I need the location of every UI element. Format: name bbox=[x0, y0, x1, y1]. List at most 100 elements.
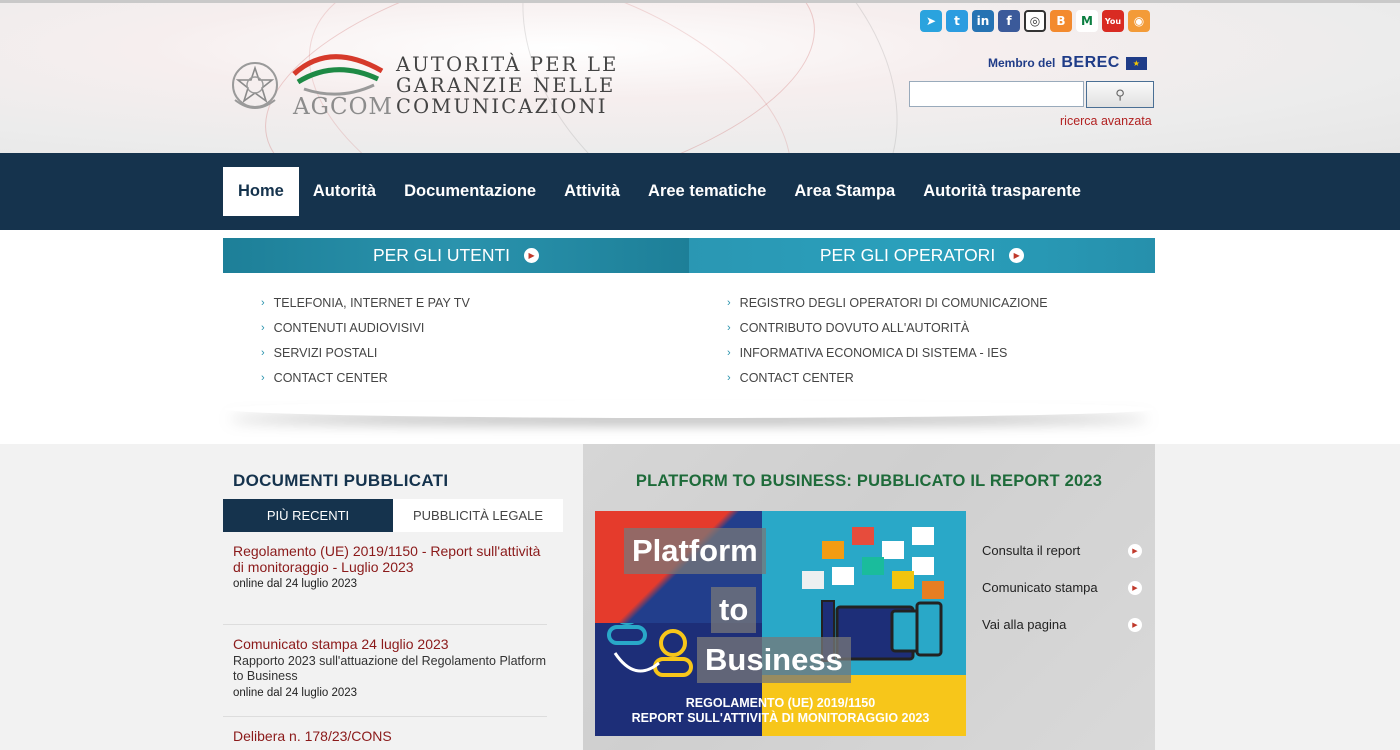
divider bbox=[223, 624, 547, 625]
chevron-right-icon: › bbox=[261, 296, 265, 309]
users-panel-title: PER GLI UTENTI bbox=[372, 245, 511, 265]
users-link-label: TELEFONIA, INTERNET E PAY TV bbox=[273, 295, 470, 310]
audience-band: PER GLI UTENTI ▶ › TELEFONIA, INTERNET E … bbox=[0, 230, 1400, 444]
featured-news: PLATFORM TO BUSINESS: PUBBLICATO IL REPO… bbox=[583, 444, 1155, 750]
search-button[interactable]: ⚲ bbox=[1086, 81, 1154, 108]
operators-link-label: CONTACT CENTER bbox=[739, 370, 854, 385]
berec-membership[interactable]: Membro del BEREC ★ bbox=[988, 54, 1147, 72]
arrow-right-icon: ▶ bbox=[1128, 580, 1142, 595]
document-date: online dal 24 luglio 2023 bbox=[233, 687, 358, 699]
search-icon: ⚲ bbox=[1115, 86, 1125, 102]
operators-link[interactable]: › CONTRIBUTO DOVUTO ALL'AUTORITÀ bbox=[727, 315, 1155, 340]
promo-subtitle: REGOLAMENTO (UE) 2019/1150 REPORT SULL'A… bbox=[595, 696, 966, 726]
nav-item-documentazione[interactable]: Documentazione bbox=[390, 167, 550, 216]
users-panel: PER GLI UTENTI ▶ › TELEFONIA, INTERNET E … bbox=[223, 238, 689, 390]
org-name-line: AUTORITÀ PER LE bbox=[396, 53, 619, 76]
twitter-icon[interactable]: t bbox=[946, 10, 968, 32]
eu-flag-icon: ★ bbox=[1125, 56, 1147, 70]
telegram-icon[interactable]: ➤ bbox=[920, 10, 942, 32]
featured-title[interactable]: PLATFORM TO BUSINESS: PUBBLICATO IL REPO… bbox=[583, 472, 1155, 491]
users-link-label: CONTENUTI AUDIOVISIVI bbox=[273, 320, 425, 335]
featured-link-report[interactable]: Consulta il report ▶ bbox=[982, 532, 1142, 569]
tab-legal-publicity[interactable]: PUBBLICITÀ LEGALE bbox=[393, 499, 563, 532]
site-header: AGCOM AUTORITÀ PER LE GARANZIE NELLE COM… bbox=[0, 0, 1400, 153]
medium-icon[interactable]: M bbox=[1076, 10, 1098, 32]
operators-link[interactable]: › REGISTRO DEGLI OPERATORI DI COMUNICAZIO… bbox=[727, 290, 1155, 315]
tab-recent[interactable]: PIÙ RECENTI bbox=[223, 499, 393, 532]
advanced-search-link[interactable]: ricerca avanzata bbox=[1060, 114, 1152, 128]
organization-name[interactable]: AUTORITÀ PER LE GARANZIE NELLE COMUNICAZ… bbox=[396, 54, 619, 117]
users-link-label: SERVIZI POSTALI bbox=[273, 345, 378, 360]
operators-link-label: INFORMATIVA ECONOMICA DI SISTEMA - IES bbox=[739, 345, 1008, 360]
featured-link-page[interactable]: Vai alla pagina ▶ bbox=[982, 606, 1142, 643]
chevron-right-icon: › bbox=[727, 296, 731, 309]
featured-promo-image[interactable]: Platform to Business REGOLAMENTO (UE) 20… bbox=[595, 511, 966, 736]
berec-logo: BEREC bbox=[1061, 54, 1120, 71]
nav-item-aree-tematiche[interactable]: Aree tematiche bbox=[634, 167, 780, 216]
promo-word: Business bbox=[697, 637, 851, 683]
main-navigation: Home Autorità Documentazione Attività Ar… bbox=[0, 153, 1400, 230]
search-input[interactable] bbox=[909, 81, 1084, 107]
document-date: online dal 24 luglio 2023 bbox=[233, 578, 358, 590]
republic-emblem-icon bbox=[232, 62, 278, 109]
nav-item-home[interactable]: Home bbox=[223, 167, 299, 216]
document-title-link[interactable]: Delibera n. 178/23/CONS bbox=[233, 728, 551, 744]
facebook-icon[interactable]: f bbox=[998, 10, 1020, 32]
chevron-right-icon: › bbox=[727, 346, 731, 359]
users-link-label: CONTACT CENTER bbox=[273, 370, 388, 385]
promo-subtitle-line: REGOLAMENTO (UE) 2019/1150 bbox=[685, 696, 876, 710]
chevron-right-icon: › bbox=[261, 346, 265, 359]
operators-link-label: REGISTRO DEGLI OPERATORI DI COMUNICAZION… bbox=[739, 295, 1048, 310]
users-link[interactable]: › TELEFONIA, INTERNET E PAY TV bbox=[261, 290, 689, 315]
operators-link[interactable]: › CONTACT CENTER bbox=[727, 365, 1155, 390]
org-name-line: GARANZIE NELLE bbox=[396, 74, 616, 97]
users-link[interactable]: › CONTACT CENTER bbox=[261, 365, 689, 390]
arrow-right-icon: ▶ bbox=[524, 248, 540, 263]
documents-title: DOCUMENTI PUBBLICATI bbox=[233, 471, 449, 490]
document-title-link[interactable]: Regolamento (UE) 2019/1150 - Report sull… bbox=[233, 543, 551, 575]
linkedin-icon[interactable]: in bbox=[972, 10, 994, 32]
chevron-right-icon: › bbox=[727, 371, 731, 384]
featured-link-press-release[interactable]: Comunicato stampa ▶ bbox=[982, 569, 1142, 606]
nav-item-autorita-trasparente[interactable]: Autorità trasparente bbox=[909, 167, 1095, 216]
nav-item-autorita[interactable]: Autorità bbox=[299, 167, 390, 216]
featured-link-label: Vai alla pagina bbox=[982, 617, 1067, 632]
youtube-icon[interactable]: You bbox=[1102, 10, 1124, 32]
users-link[interactable]: › SERVIZI POSTALI bbox=[261, 340, 689, 365]
users-link[interactable]: › CONTENUTI AUDIOVISIVI bbox=[261, 315, 689, 340]
document-title-link[interactable]: Comunicato stampa 24 luglio 2023 bbox=[233, 636, 551, 652]
featured-link-label: Comunicato stampa bbox=[982, 580, 1098, 595]
documents-section: DOCUMENTI PUBBLICATI PIÙ RECENTI PUBBLIC… bbox=[223, 444, 563, 750]
blogger-icon[interactable]: B bbox=[1050, 10, 1072, 32]
divider bbox=[223, 716, 547, 717]
nav-item-area-stampa[interactable]: Area Stampa bbox=[780, 167, 909, 216]
chevron-right-icon: › bbox=[727, 321, 731, 334]
berec-prefix: Membro del bbox=[988, 56, 1056, 70]
arrow-right-icon: ▶ bbox=[1009, 248, 1025, 263]
chevron-right-icon: › bbox=[261, 371, 265, 384]
operators-panel-title: PER GLI OPERATORI bbox=[819, 245, 996, 265]
documents-tabs: PIÙ RECENTI PUBBLICITÀ LEGALE bbox=[223, 499, 563, 532]
operators-link-label: CONTRIBUTO DOVUTO ALL'AUTORITÀ bbox=[739, 320, 970, 335]
featured-link-label: Consulta il report bbox=[982, 543, 1081, 558]
operators-panel-header[interactable]: PER GLI OPERATORI ▶ bbox=[689, 238, 1155, 273]
operators-panel: PER GLI OPERATORI ▶ › REGISTRO DEGLI OPER… bbox=[689, 238, 1155, 390]
document-item: Comunicato stampa 24 luglio 2023 Rapport… bbox=[233, 636, 551, 700]
users-panel-header[interactable]: PER GLI UTENTI ▶ bbox=[223, 238, 689, 273]
nav-item-attivita[interactable]: Attività bbox=[550, 167, 634, 216]
org-name-line: COMUNICAZIONI bbox=[396, 95, 608, 118]
featured-links: Consulta il report ▶ Comunicato stampa ▶… bbox=[982, 532, 1142, 643]
chevron-right-icon: › bbox=[261, 321, 265, 334]
promo-subtitle-line: REPORT SULL'ATTIVITÀ DI MONITORAGGIO 202… bbox=[631, 711, 930, 725]
document-item: Regolamento (UE) 2019/1150 - Report sull… bbox=[233, 543, 551, 591]
operators-link[interactable]: › INFORMATIVA ECONOMICA DI SISTEMA - IES bbox=[727, 340, 1155, 365]
arrow-right-icon: ▶ bbox=[1128, 543, 1142, 558]
agcom-acronym: AGCOM bbox=[293, 94, 393, 120]
document-description: Rapporto 2023 sull'attuazione del Regola… bbox=[233, 654, 546, 683]
promo-word: Platform bbox=[624, 528, 766, 574]
document-item: Delibera n. 178/23/CONS bbox=[233, 728, 551, 744]
rss-icon[interactable]: ◉ bbox=[1128, 10, 1150, 32]
instagram-icon[interactable]: ◎ bbox=[1024, 10, 1046, 32]
panel-shadow bbox=[223, 400, 1155, 418]
arrow-right-icon: ▶ bbox=[1128, 617, 1142, 632]
